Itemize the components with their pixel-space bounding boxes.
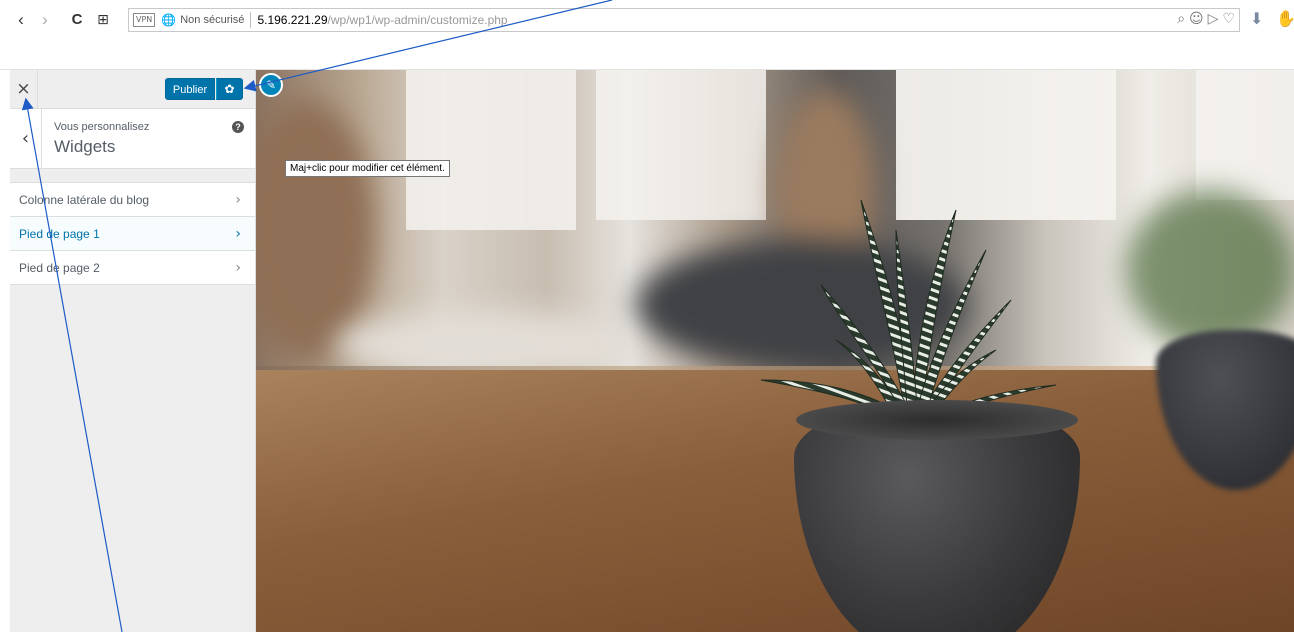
customizer-info: ‹ Vous personnalisez Widgets ?	[10, 109, 255, 169]
plant-pot-rim	[796, 400, 1078, 440]
chevron-right-icon: ›	[235, 226, 241, 242]
download-icon[interactable]: ⬇	[1250, 9, 1263, 28]
reload-icon[interactable]: C	[66, 9, 88, 31]
globe-icon: 🌐	[161, 13, 177, 27]
customizer-sidebar: × Publier ✿ ‹ Vous personnalisez Widgets…	[10, 70, 256, 632]
browser-toolbar: ‹ › C ⊞ VPN 🌐 Non sécurisé 5.196.221.29 …	[0, 0, 1294, 70]
forward-icon[interactable]: ›	[34, 9, 56, 31]
heart-icon[interactable]: ♡	[1222, 11, 1235, 29]
section-label: Pied de page 2	[19, 261, 100, 275]
zebra-plant	[760, 199, 1056, 427]
extension-icon[interactable]: ✋	[1276, 9, 1294, 28]
customizer-title: Widgets	[54, 137, 116, 156]
publish-button[interactable]: Publier	[165, 78, 215, 100]
address-separator	[250, 12, 252, 28]
back-icon[interactable]: ‹	[10, 109, 42, 168]
background-plant	[1126, 190, 1294, 350]
chevron-right-icon: ›	[235, 260, 241, 276]
send-icon[interactable]: ▷	[1208, 11, 1219, 29]
background-window	[1196, 70, 1294, 200]
edit-pencil-icon[interactable]: ✎	[259, 73, 283, 97]
background-window	[596, 70, 766, 220]
vpn-badge[interactable]: VPN	[133, 13, 156, 27]
security-label[interactable]: Non sécurisé	[180, 14, 244, 26]
widget-area-list: Colonne latérale du blog › Pied de page …	[10, 182, 255, 285]
close-icon[interactable]: ×	[10, 70, 38, 108]
url-path[interactable]: /wp/wp1/wp-admin/customize.php	[328, 13, 508, 27]
help-icon[interactable]: ?	[232, 121, 244, 133]
smiley-icon[interactable]: ☺	[1189, 11, 1204, 29]
chevron-right-icon: ›	[235, 192, 241, 208]
site-preview[interactable]	[256, 70, 1294, 632]
section-colonne-laterale[interactable]: Colonne latérale du blog ›	[10, 183, 255, 217]
publish-settings-icon[interactable]: ✿	[216, 78, 243, 100]
search-icon[interactable]: ⌕	[1177, 11, 1185, 29]
back-icon[interactable]: ‹	[10, 9, 32, 31]
address-bar[interactable]: VPN 🌐 Non sécurisé 5.196.221.29 /wp/wp1/…	[128, 8, 1240, 32]
section-pied-de-page-1[interactable]: Pied de page 1 ›	[10, 217, 255, 251]
background-wall	[256, 100, 376, 360]
section-label: Colonne latérale du blog	[19, 193, 150, 207]
apps-icon[interactable]: ⊞	[92, 9, 114, 31]
section-pied-de-page-2[interactable]: Pied de page 2 ›	[10, 251, 255, 285]
background-window	[406, 70, 576, 230]
edit-tooltip: Maj+clic pour modifier cet élément.	[285, 160, 450, 177]
customizer-subtitle: Vous personnalisez	[54, 121, 150, 133]
section-label: Pied de page 1	[19, 227, 100, 241]
url-host[interactable]: 5.196.221.29	[257, 13, 327, 27]
customizer-header: × Publier ✿	[10, 70, 255, 109]
